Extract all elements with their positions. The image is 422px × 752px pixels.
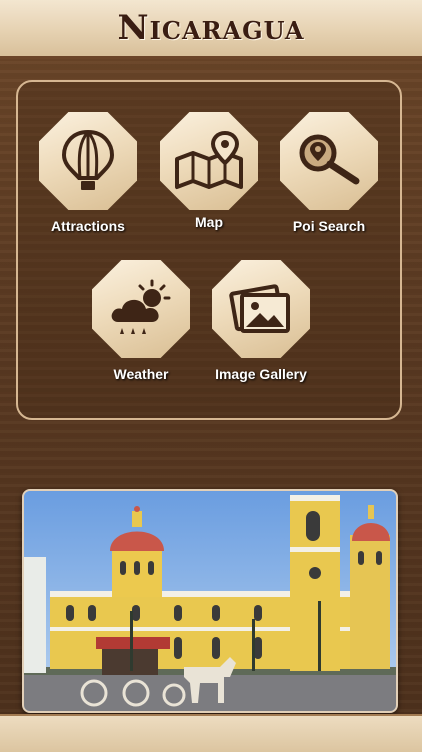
image-gallery-tile [212,260,310,358]
cathedral-image [24,491,396,711]
poi-search-label: Poi Search [292,218,366,234]
map-pin-icon [175,130,243,189]
map-tile [160,112,258,210]
poi-search-icon [299,134,360,185]
cathedral-photo [22,489,398,713]
menu-panel: Attractions Map Poi Search Weather Image… [16,80,402,420]
map-button[interactable]: Map [149,112,269,230]
hot-air-balloon-icon [61,129,115,190]
weather-icon [111,279,171,334]
poi-search-button[interactable]: Poi Search [269,112,389,234]
app-header: Nicaragua [0,0,422,59]
footer-bar [0,714,422,752]
image-gallery-button[interactable]: Image Gallery [201,260,321,382]
weather-tile [92,260,190,358]
attractions-button[interactable]: Attractions [28,112,148,234]
image-gallery-label: Image Gallery [215,366,307,382]
image-gallery-icon [229,284,290,333]
poi-search-tile [280,112,378,210]
attractions-label: Attractions [51,218,125,234]
weather-button[interactable]: Weather [81,260,201,382]
weather-label: Weather [113,366,169,382]
attractions-tile [39,112,137,210]
map-label: Map [195,214,223,230]
page-title: Nicaragua [117,8,305,48]
